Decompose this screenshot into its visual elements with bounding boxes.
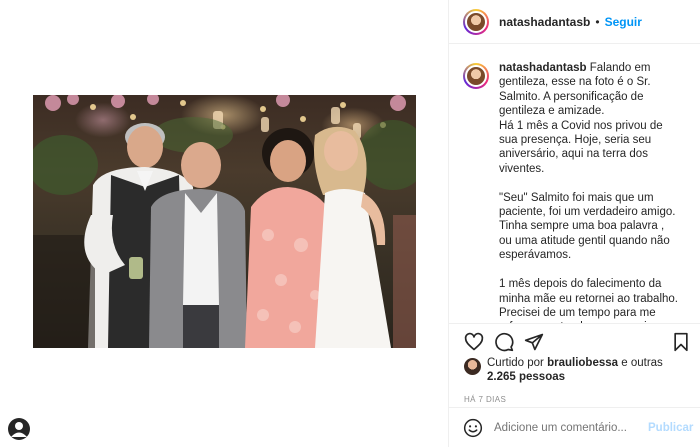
post-side-panel: natashadantasb • Seguir natashadantasb F…	[448, 0, 700, 447]
send-icon[interactable]	[524, 332, 544, 352]
post-timestamp[interactable]: HÁ 7 DIAS	[464, 395, 506, 404]
bookmark-icon[interactable]	[671, 332, 691, 352]
media-pane	[0, 0, 448, 447]
caption-avatar[interactable]	[463, 63, 489, 89]
likes-suffix: pessoas	[515, 371, 566, 383]
likes-count-link[interactable]: 2.265 pessoas	[487, 371, 565, 383]
follow-button[interactable]: Seguir	[605, 15, 642, 29]
user-icon	[11, 422, 27, 437]
post-header: natashadantasb • Seguir	[449, 0, 700, 44]
likes-prefix: Curtido por	[487, 357, 548, 369]
post-photo[interactable]	[33, 95, 416, 348]
separator-dot: •	[595, 14, 600, 29]
photo-illustration	[33, 95, 416, 348]
likes-summary: Curtido por brauliobessa e outras 2.265 …	[464, 356, 667, 384]
caption-body: Falando em gentileza, esse na foto é o S…	[499, 62, 678, 323]
publish-button[interactable]: Publicar	[648, 422, 693, 434]
caption-username[interactable]: natashadantasb	[499, 62, 587, 74]
comment-input[interactable]	[494, 421, 648, 434]
caption: natashadantasb Falando em gentileza, ess…	[463, 61, 687, 323]
profile-avatar-small[interactable]	[8, 418, 30, 440]
caption-text: natashadantasb Falando em gentileza, ess…	[499, 61, 679, 323]
emoji-icon[interactable]	[463, 418, 483, 438]
comment-icon[interactable]	[494, 332, 514, 352]
likes-text: Curtido por brauliobessa e outras 2.265 …	[487, 356, 667, 384]
header-avatar[interactable]	[463, 8, 489, 35]
heart-icon[interactable]	[464, 332, 484, 352]
action-bar: Curtido por brauliobessa e outras 2.265 …	[449, 323, 700, 415]
action-icons	[464, 332, 544, 352]
comments-section[interactable]: natashadantasb Falando em gentileza, ess…	[449, 45, 700, 323]
liker-avatar[interactable]	[464, 358, 481, 375]
comment-bar: Publicar	[449, 407, 700, 447]
header-username[interactable]: natashadantasb	[499, 15, 590, 29]
liker-username[interactable]: brauliobessa	[547, 357, 618, 369]
likes-count: 2.265	[487, 371, 516, 383]
likes-middle: e outras	[618, 357, 663, 369]
